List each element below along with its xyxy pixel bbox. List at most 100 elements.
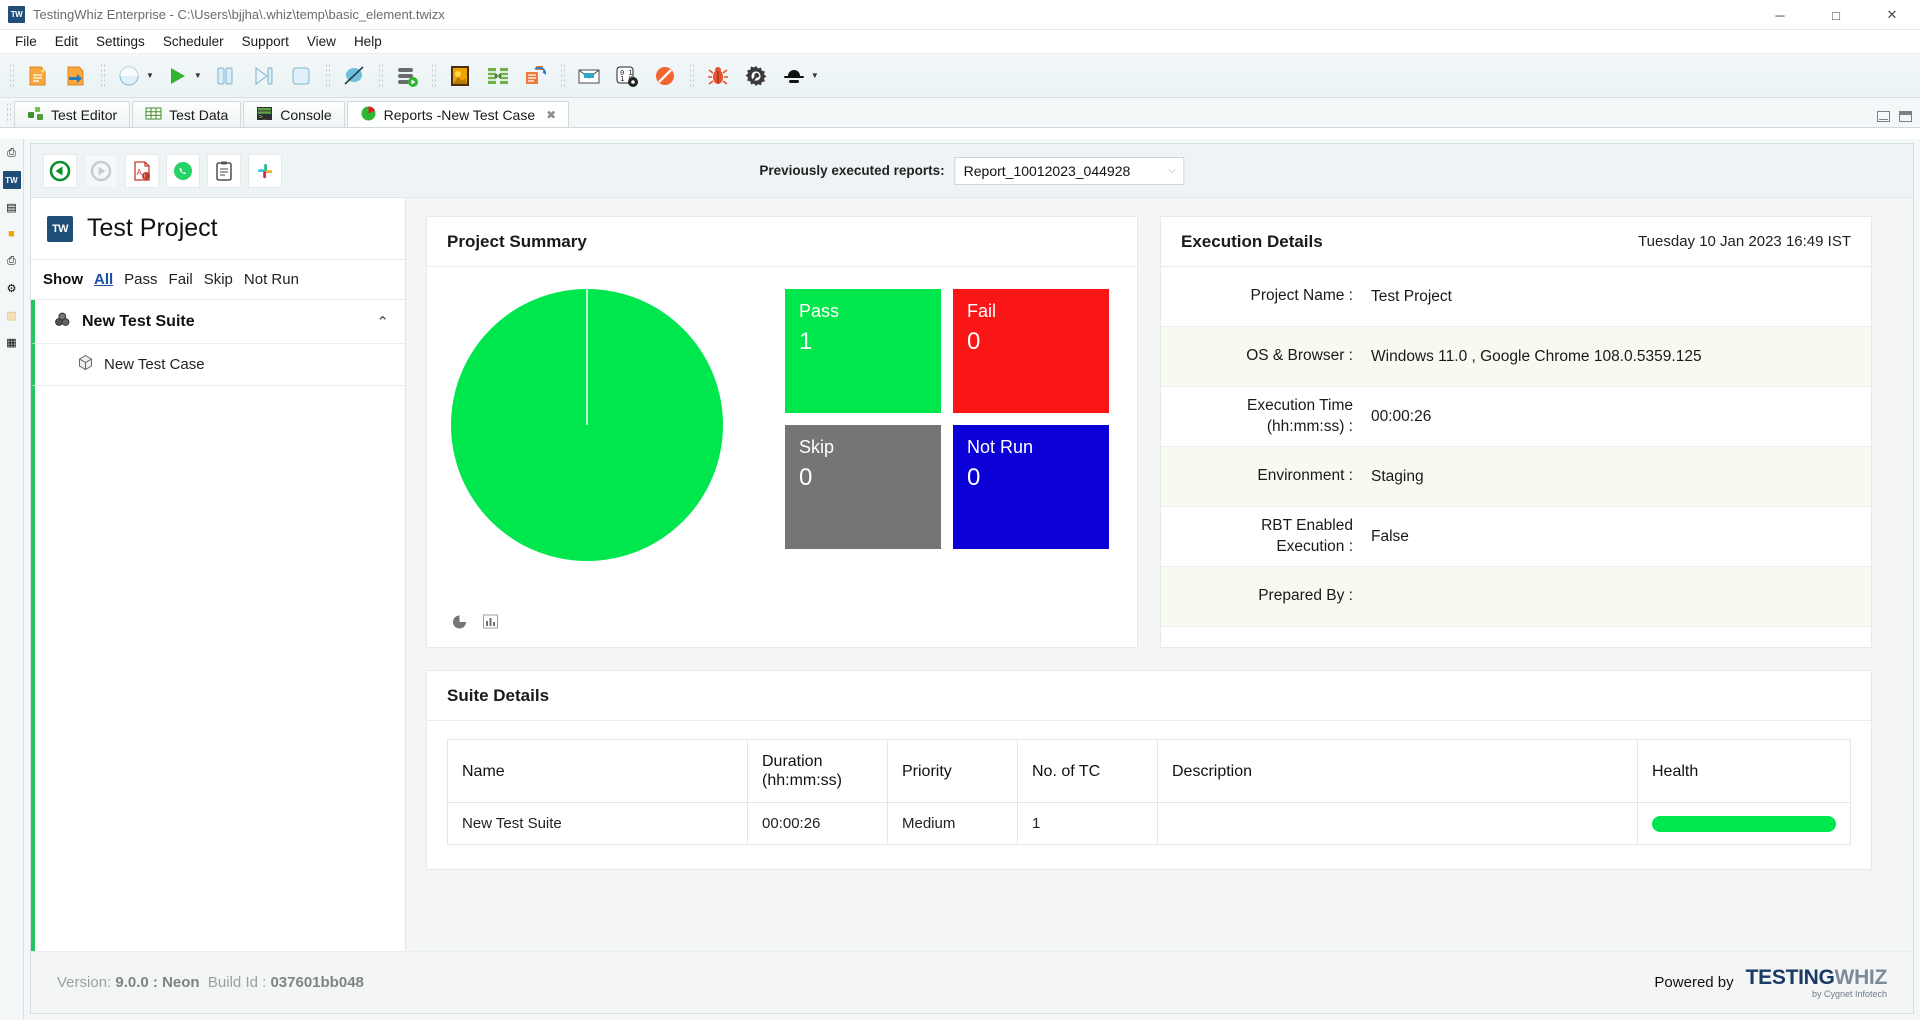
back-button[interactable] [43, 153, 77, 188]
reports-panel-icon[interactable]: ▦ [3, 333, 21, 351]
menu-edit[interactable]: Edit [46, 32, 87, 51]
notes-icon[interactable]: ▧ [3, 306, 21, 324]
user-icon[interactable] [775, 57, 813, 95]
toolbar-grip-6[interactable] [559, 62, 565, 89]
package-explorer-icon[interactable]: ▤ [3, 198, 21, 216]
tab-reports[interactable]: Reports -New Test Case ✖ [346, 101, 570, 127]
import-test-case-icon[interactable] [57, 57, 95, 95]
col-description[interactable]: Description [1157, 739, 1638, 804]
maximize-view-icon[interactable] [1899, 111, 1912, 122]
forward-button[interactable] [84, 153, 118, 188]
bug-icon[interactable] [699, 57, 737, 95]
pass-tile[interactable]: Pass 1 [785, 289, 941, 413]
menu-help[interactable]: Help [345, 32, 391, 51]
filter-not-run[interactable]: Not Run [244, 271, 299, 288]
toolbar-grip-4[interactable] [377, 62, 383, 89]
toolbar-grip-3[interactable] [324, 62, 330, 89]
row-key: Prepared By : [1258, 587, 1353, 605]
data-grid-icon[interactable] [479, 57, 517, 95]
filter-skip[interactable]: Skip [204, 271, 233, 288]
suite-details-header: Suite Details [427, 671, 1871, 721]
pause-icon[interactable] [206, 57, 244, 95]
not-run-value: 0 [967, 464, 981, 491]
menu-file[interactable]: File [6, 32, 46, 51]
data-exchange-icon[interactable] [517, 57, 555, 95]
export-pdf-button[interactable]: A ! [125, 153, 159, 188]
restricted-icon[interactable] [646, 57, 684, 95]
testingwhiz-perspective-icon[interactable]: TW [2, 171, 21, 189]
col-no-of-tc[interactable]: No. of TC [1017, 739, 1158, 804]
menu-scheduler[interactable]: Scheduler [154, 32, 233, 51]
restore-view-icon[interactable] [1877, 111, 1890, 122]
build-label: Build Id : [207, 974, 267, 991]
powered-by-group: Powered by TESTINGWHIZ by Cygnet Infotec… [1654, 967, 1887, 999]
toolbar-grip[interactable] [9, 62, 14, 89]
new-test-case-icon[interactable] [19, 57, 57, 95]
outline-icon[interactable]: ⎙ [3, 252, 21, 270]
project-summary-body: Pass 1 Fail 0 Skip 0 Not Run 0 [427, 267, 1137, 647]
share-whatsapp-button[interactable] [166, 153, 200, 188]
powered-by-label: Powered by [1654, 974, 1734, 991]
pie-chart-toggle[interactable] [451, 613, 468, 635]
execution-row: Prepared By : [1161, 567, 1871, 627]
filter-fail[interactable]: Fail [169, 271, 193, 288]
col-health[interactable]: Health [1637, 739, 1851, 804]
no-proxy-icon[interactable] [335, 57, 373, 95]
stop-icon[interactable] [282, 57, 320, 95]
project-logo-icon: TW [47, 215, 73, 242]
gear-wrench-icon[interactable] [737, 57, 775, 95]
toolbar-grip-5[interactable] [430, 62, 436, 89]
row-value: Test Project [1371, 287, 1452, 305]
cell-health [1638, 803, 1851, 845]
chevron-down-icon[interactable]: ⌵ [1168, 165, 1176, 176]
menu-settings[interactable]: Settings [87, 32, 154, 51]
fail-tile[interactable]: Fail 0 [953, 289, 1109, 413]
perspective-icon[interactable]: ⎙ [3, 144, 21, 162]
app-logo-icon: TW [8, 6, 25, 23]
share-slack-button[interactable] [248, 153, 282, 188]
image-compare-icon[interactable] [441, 57, 479, 95]
tabstrip-grip[interactable] [6, 102, 11, 124]
col-duration[interactable]: Duration (hh:mm:ss) [747, 739, 888, 804]
step-icon[interactable] [244, 57, 282, 95]
maximize-button[interactable]: □ [1808, 0, 1864, 30]
col-name[interactable]: Name [447, 739, 748, 804]
summary-pie-chart[interactable] [451, 289, 723, 561]
not-run-tile[interactable]: Not Run 0 [953, 425, 1109, 549]
view-log-button[interactable] [207, 153, 241, 188]
row-key: Environment : [1257, 467, 1353, 485]
tab-test-data[interactable]: Test Data [132, 101, 242, 127]
database-icon[interactable] [388, 57, 426, 95]
tab-close-icon[interactable]: ✖ [546, 108, 556, 122]
folder-icon[interactable]: ■ [3, 225, 21, 243]
table-row[interactable]: New Test Suite 00:00:26 Medium 1 [447, 802, 1851, 845]
row-value: Staging [1371, 467, 1424, 485]
settings-gear-icon[interactable]: ⚙ [3, 279, 21, 297]
menu-view[interactable]: View [298, 32, 345, 51]
toolbar-grip-2[interactable] [100, 62, 105, 89]
menu-support[interactable]: Support [233, 32, 298, 51]
binary-settings-icon[interactable]: 0 1 1 0 [608, 57, 646, 95]
run-icon[interactable] [158, 57, 196, 95]
bar-chart-toggle[interactable] [482, 613, 499, 635]
tab-console[interactable]: >_ Console [243, 101, 345, 127]
minimize-button[interactable]: ─ [1752, 0, 1808, 30]
col-priority[interactable]: Priority [887, 739, 1018, 804]
tree-suite-row[interactable]: New Test Suite ⌃ [31, 300, 405, 344]
tabstrip-view-controls [1877, 111, 1912, 122]
mail-icon[interactable] [570, 57, 608, 95]
filter-pass[interactable]: Pass [124, 271, 157, 288]
record-icon[interactable] [110, 57, 148, 95]
test-data-icon [145, 105, 162, 125]
project-header: TW Test Project [31, 198, 405, 260]
toolbar-grip-7[interactable] [688, 62, 694, 89]
execution-row: Execution Time (hh:mm:ss) : 00:00:26 [1161, 387, 1871, 447]
cell-duration: 00:00:26 [747, 802, 888, 845]
tab-test-editor[interactable]: Test Editor [14, 101, 131, 127]
skip-tile[interactable]: Skip 0 [785, 425, 941, 549]
chevron-up-icon[interactable]: ⌃ [376, 313, 389, 331]
previously-executed-reports-select[interactable]: Report_10012023_044928 ⌵ [954, 156, 1185, 185]
tree-case-row[interactable]: New Test Case [31, 344, 405, 386]
close-button[interactable]: ✕ [1864, 0, 1920, 30]
filter-all[interactable]: All [94, 271, 113, 288]
